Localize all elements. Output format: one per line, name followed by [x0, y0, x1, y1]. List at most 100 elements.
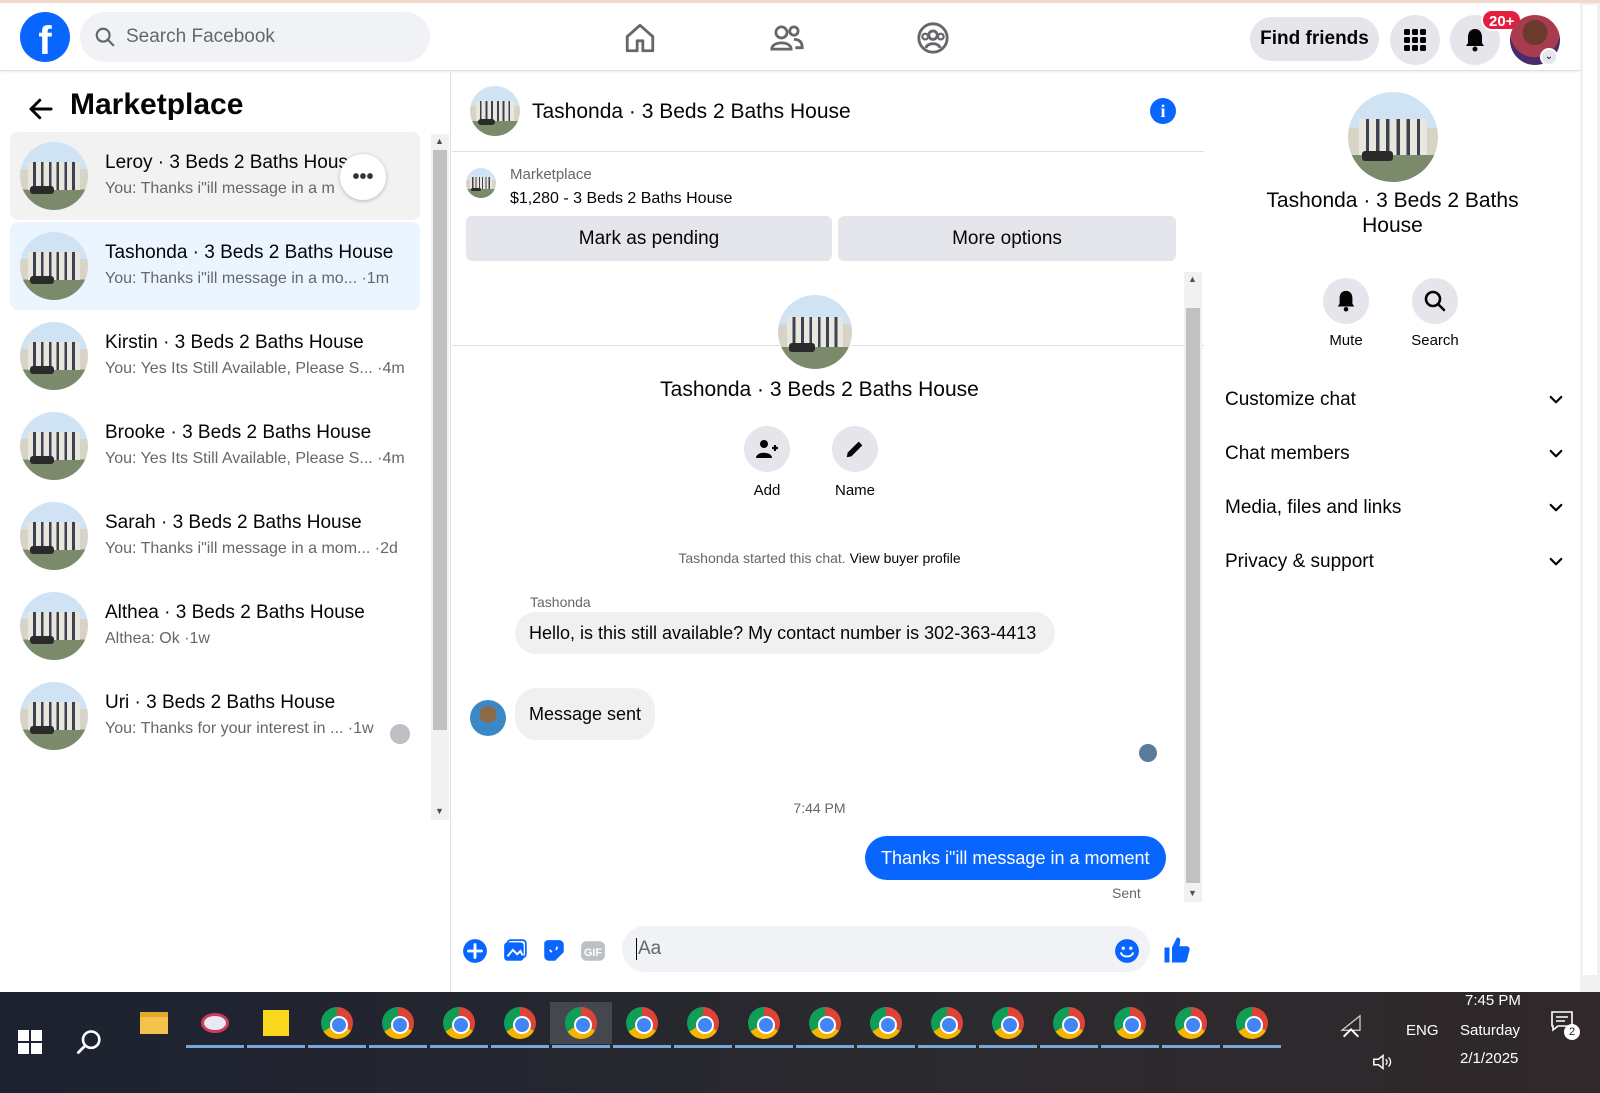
chrome-icon[interactable] [1099, 1002, 1161, 1048]
sticker-icon[interactable] [541, 938, 567, 964]
edit-name-button[interactable] [832, 426, 878, 472]
section-label: Chat members [1225, 443, 1350, 464]
search-input[interactable]: Search Facebook [80, 12, 430, 62]
clock-time[interactable]: 7:45 PM [1465, 992, 1521, 1009]
chat-members-section[interactable]: Chat members [1225, 434, 1565, 474]
chevron-down-icon [1549, 449, 1563, 458]
mute-button[interactable] [1323, 278, 1369, 324]
snipping-tool-icon[interactable] [184, 1002, 246, 1048]
chrome-icon[interactable] [1038, 1002, 1100, 1048]
chrome-icon[interactable] [672, 1002, 734, 1048]
add-person-button[interactable] [744, 426, 790, 472]
media-files-links-section[interactable]: Media, files and links [1225, 488, 1565, 528]
clock-date[interactable]: 2/1/2025 [1460, 1050, 1518, 1067]
chrome-icon[interactable] [855, 1002, 917, 1048]
conversation-item[interactable]: Kirstin · 3 Beds 2 Baths House You: Yes … [10, 312, 420, 400]
pencil-icon [846, 441, 863, 458]
chrome-icon[interactable] [916, 1002, 978, 1048]
chrome-icon[interactable] [1160, 1002, 1222, 1048]
customize-chat-section[interactable]: Customize chat [1225, 380, 1565, 420]
listing-thumbnail [20, 412, 88, 480]
file-explorer-icon[interactable] [123, 1002, 185, 1044]
clock-day[interactable]: Saturday [1460, 1022, 1520, 1039]
scroll-down-icon[interactable]: ▼ [1188, 888, 1197, 898]
photo-icon[interactable] [502, 938, 528, 964]
chat-title[interactable]: Tashonda · 3 Beds 2 Baths House [532, 100, 851, 124]
find-friends-button[interactable]: Find friends [1250, 17, 1379, 61]
marketplace-inbox: Marketplace Leroy · 3 Beds 2 Baths House… [0, 72, 451, 992]
inbox-scrollbar[interactable]: ▲ ▼ [431, 134, 449, 820]
scroll-up-icon[interactable]: ▲ [435, 136, 444, 146]
chrome-icon[interactable] [367, 1002, 429, 1048]
search-in-chat-button[interactable] [1412, 278, 1458, 324]
menu-grid-icon[interactable] [1390, 15, 1440, 65]
conversation-item[interactable]: Uri · 3 Beds 2 Baths House You: Thanks f… [10, 672, 420, 760]
plus-circle-icon[interactable] [462, 938, 488, 964]
scroll-up-icon[interactable]: ▲ [1188, 274, 1197, 284]
listing-price[interactable]: $1,280 - 3 Beds 2 Baths House [510, 190, 732, 208]
sent-status: Sent [1112, 885, 1141, 901]
emoji-icon[interactable] [1114, 938, 1140, 964]
privacy-support-section[interactable]: Privacy & support [1225, 542, 1565, 582]
chevron-down-icon [1549, 557, 1563, 566]
chrome-icon[interactable] [977, 1002, 1039, 1048]
conversation-item[interactable]: Sarah · 3 Beds 2 Baths House You: Thanks… [10, 492, 420, 580]
volume-icon[interactable] [1372, 1052, 1394, 1072]
conversation-item[interactable]: Althea · 3 Beds 2 Baths House Althea: Ok… [10, 582, 420, 670]
chrome-icon[interactable] [733, 1002, 795, 1048]
notification-count: 2 [1564, 1024, 1580, 1040]
chrome-icon[interactable] [489, 1002, 551, 1048]
listing-thumbnail [20, 682, 88, 750]
thread-scrollbar[interactable]: ▲ ▼ [1184, 272, 1202, 902]
more-options-icon[interactable]: ••• [340, 154, 386, 200]
chat-header: Tashonda · 3 Beds 2 Baths House i [452, 72, 1204, 152]
conversation-item[interactable]: Brooke · 3 Beds 2 Baths House You: Yes I… [10, 402, 420, 490]
view-buyer-profile-link[interactable]: View buyer profile [850, 550, 961, 566]
conversation-item[interactable]: Leroy · 3 Beds 2 Baths House You: Thanks… [10, 132, 420, 220]
gif-icon[interactable]: GIF [580, 938, 606, 964]
chrome-icon[interactable] [794, 1002, 856, 1048]
conversation-item-selected[interactable]: Tashonda · 3 Beds 2 Baths House You: Tha… [10, 222, 420, 310]
back-arrow-icon[interactable] [26, 94, 56, 124]
incoming-message[interactable]: Hello, is this still available? My conta… [515, 612, 1055, 654]
add-label: Add [753, 482, 781, 499]
chrome-icon[interactable] [611, 1002, 673, 1048]
home-icon[interactable] [620, 18, 660, 58]
sticky-notes-icon[interactable] [245, 1002, 307, 1048]
listing-source: Marketplace [510, 166, 592, 183]
conversation-name: Tashonda · 3 Beds 2 Baths House [105, 242, 394, 263]
listing-thumbnail [20, 142, 88, 210]
show-hidden-icons-chevron-up-icon[interactable] [1340, 1026, 1362, 1040]
more-options-button[interactable]: More options [838, 216, 1176, 261]
chrome-icon[interactable] [306, 1002, 368, 1048]
mark-as-pending-button[interactable]: Mark as pending [466, 216, 832, 261]
chrome-icon[interactable] [428, 1002, 490, 1048]
chat-thumbnail[interactable] [470, 86, 520, 136]
chrome-icon[interactable] [1221, 1002, 1283, 1048]
groups-icon[interactable] [913, 18, 953, 58]
info-icon[interactable]: i [1150, 98, 1176, 124]
search-placeholder: Search Facebook [126, 26, 275, 47]
account-chevron-down-icon[interactable]: ⌄ [1540, 48, 1558, 66]
scroll-thumb[interactable] [433, 150, 447, 730]
scroll-thumb[interactable] [1583, 5, 1597, 975]
incoming-message[interactable]: Message sent [515, 688, 656, 740]
language-indicator[interactable]: ENG [1406, 1022, 1439, 1039]
friends-icon[interactable] [767, 18, 807, 58]
sender-name: Tashonda [530, 594, 591, 610]
page-scrollbar[interactable] [1580, 3, 1600, 992]
outgoing-message[interactable]: Thanks i"ill message in a moment [865, 836, 1166, 880]
scroll-thumb[interactable] [1186, 308, 1200, 883]
search-label: Search [1411, 332, 1459, 349]
sender-avatar[interactable] [470, 700, 506, 736]
windows-start-icon[interactable] [18, 1030, 42, 1054]
add-person-icon [756, 440, 778, 458]
thumbs-up-icon[interactable] [1162, 935, 1192, 965]
message-thread: Tashonda · 3 Beds 2 Baths House Add Name… [452, 268, 1204, 908]
listing-thumbnail[interactable] [466, 168, 496, 198]
scroll-down-icon[interactable]: ▼ [435, 806, 444, 816]
facebook-logo-icon[interactable]: f [20, 12, 70, 62]
taskbar-search-icon[interactable] [76, 1028, 104, 1056]
message-input[interactable]: Aa [622, 926, 1150, 972]
chrome-icon-active[interactable] [550, 1002, 612, 1048]
